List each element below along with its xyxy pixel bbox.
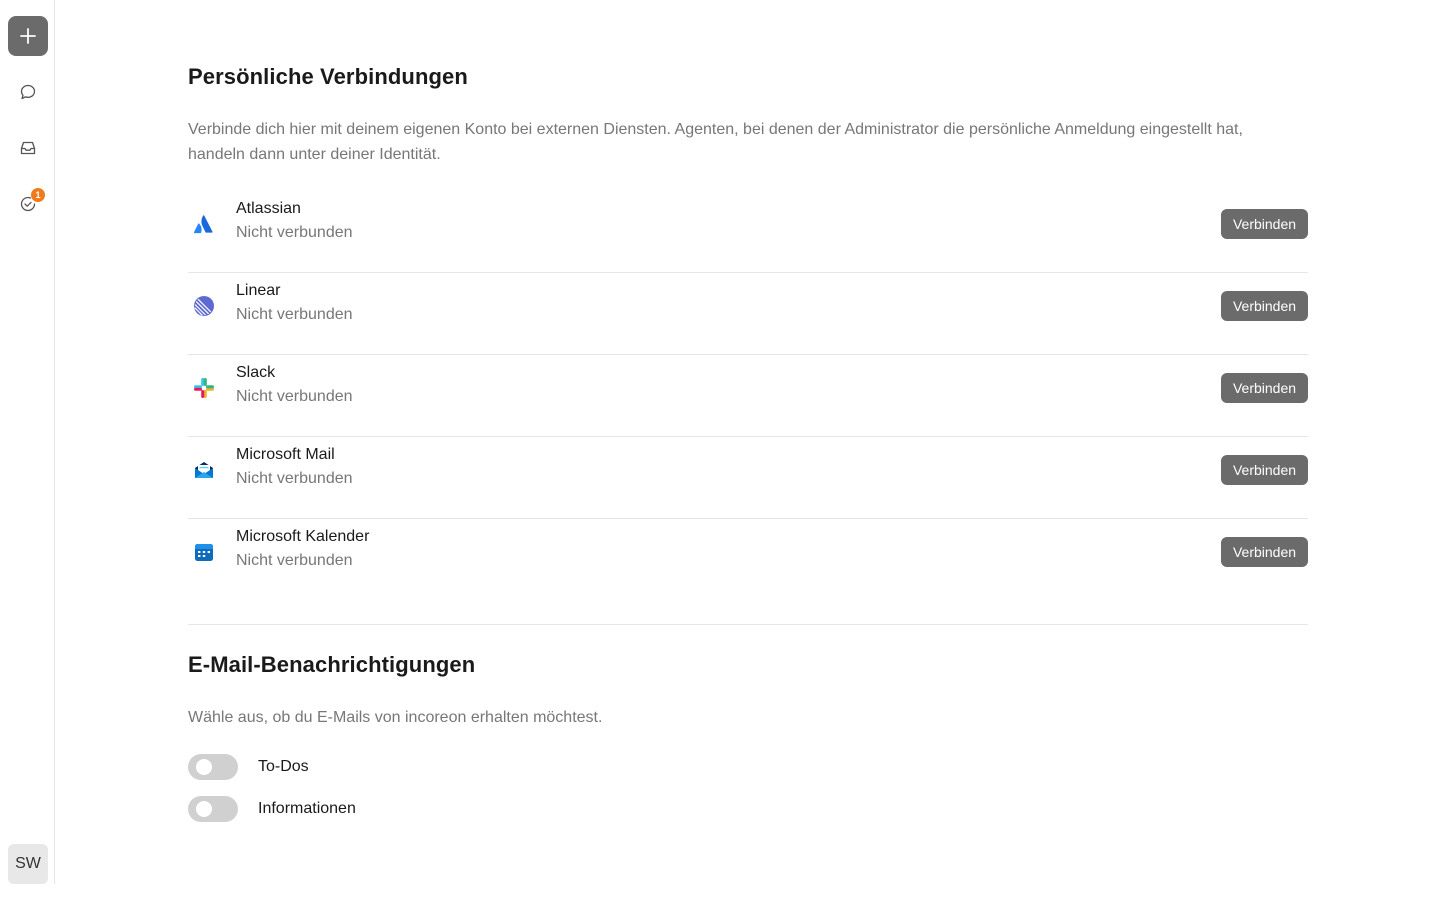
toggle-label: To-Dos [258,758,309,775]
connect-button-linear[interactable]: Verbinden [1221,291,1308,321]
toggle-row-informationen: Informationen [188,796,356,822]
connect-button-microsoft-mail[interactable]: Verbinden [1221,455,1308,485]
inbox-icon [20,141,36,155]
plus-icon [20,28,36,44]
connect-button-atlassian[interactable]: Verbinden [1221,209,1308,239]
toggle-knob [196,759,212,775]
toggle-label: Informationen [258,800,356,817]
connections-title: Persönliche Verbindungen [188,64,468,89]
connection-name: Slack [236,364,276,381]
microsoft-calendar-logo-icon [195,544,213,561]
connect-button-microsoft-calendar[interactable]: Verbinden [1221,537,1308,567]
todo-count-badge: 1 [31,188,45,202]
connection-status: Nicht verbunden [236,306,353,323]
connection-row-microsoft-calendar: Microsoft Kalender Nicht verbunden Verbi… [188,519,1308,601]
todos-toggle[interactable] [188,754,238,780]
new-button[interactable] [8,16,48,56]
email-notifications-title: E-Mail-Benachrichtigungen [188,652,476,677]
sidebar-item-inbox[interactable] [16,136,40,160]
connection-name: Atlassian [236,200,301,217]
connection-status: Nicht verbunden [236,470,353,487]
connection-row-slack: Slack Nicht verbunden Verbinden [188,355,1308,437]
connection-status: Nicht verbunden [236,224,353,241]
connection-status: Nicht verbunden [236,552,353,569]
user-avatar[interactable]: SW [8,844,48,884]
sidebar-item-chats[interactable] [16,80,40,104]
connection-status: Nicht verbunden [236,388,353,405]
connection-row-linear: Linear Nicht verbunden Verbinden [188,273,1308,355]
toggle-knob [196,801,212,817]
email-notifications-description: Wähle aus, ob du E-Mails von incoreon er… [188,709,603,726]
atlassian-logo-icon [193,215,213,234]
connection-row-microsoft-mail: Microsoft Mail Nicht verbunden Verbinden [188,437,1308,519]
connect-button-slack[interactable]: Verbinden [1221,373,1308,403]
slack-logo-icon [194,378,214,398]
connection-row-atlassian: Atlassian Nicht verbunden Verbinden [188,191,1308,273]
informationen-toggle[interactable] [188,796,238,822]
connection-name: Microsoft Mail [236,446,335,463]
connection-name: Microsoft Kalender [236,528,370,545]
connections-description: Verbinde dich hier mit deinem eigenen Ko… [188,121,1243,163]
section-divider [188,624,1308,625]
microsoft-mail-logo-icon [195,462,213,478]
chat-bubble-icon [20,84,36,100]
linear-logo-icon [194,296,214,316]
toggle-row-todos: To-Dos [188,754,309,780]
connection-name: Linear [236,282,281,299]
sidebar: 1 SW [0,0,55,884]
